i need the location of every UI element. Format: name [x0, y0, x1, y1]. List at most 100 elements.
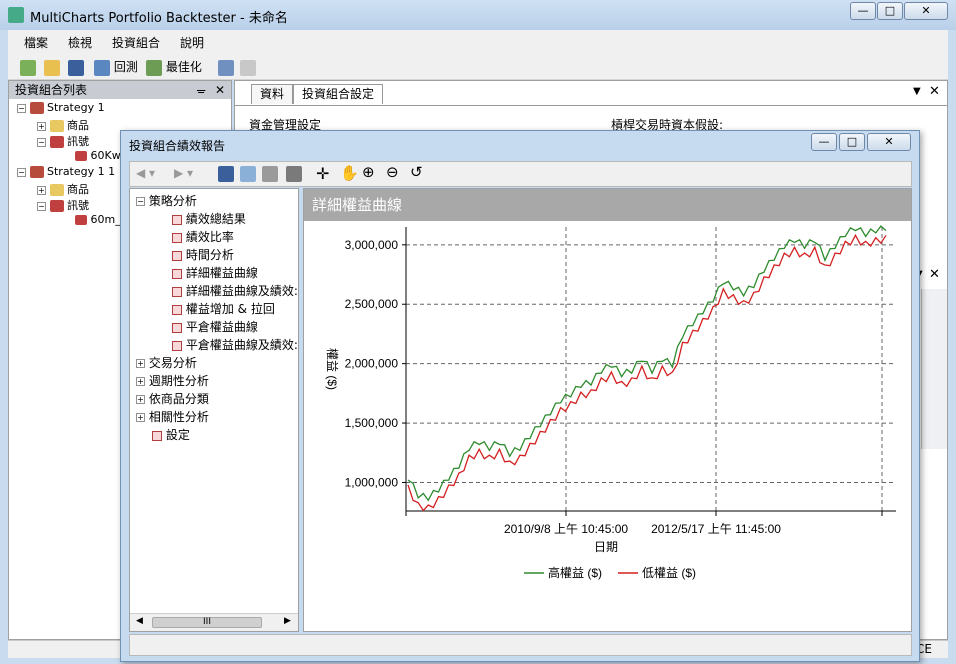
strategy-node[interactable]: − Strategy 1 1: [17, 165, 115, 178]
report-icon: [172, 232, 182, 243]
report-title: 投資組合績效報告: [129, 139, 226, 153]
tab-divider: [235, 105, 947, 106]
window-title: MultiCharts Portfolio Backtester - 未命名: [30, 11, 288, 26]
report-tree-item-label: 詳細權益曲線及績效:: [185, 284, 298, 298]
folder-icon: [49, 120, 64, 132]
signal-icon: [49, 136, 64, 148]
report-maximize-button[interactable]: □: [839, 133, 865, 151]
optimize-button[interactable]: 最佳化: [146, 57, 202, 77]
report-tree-node[interactable]: + 週期性分析: [136, 372, 209, 389]
series-low-equity-line: [407, 233, 887, 512]
report-tree-node[interactable]: − 策略分析: [136, 192, 197, 209]
chart-header: 詳細權益曲線: [304, 189, 911, 221]
scroll-thumb[interactable]: III: [152, 617, 262, 628]
expand-icon[interactable]: +: [136, 395, 145, 404]
report-icon: [172, 214, 182, 225]
menu-help[interactable]: 說明: [180, 34, 204, 51]
report-tree-item[interactable]: 詳細權益曲線及績效:: [172, 282, 298, 299]
menu-portfolio[interactable]: 投資組合: [112, 34, 160, 51]
report-tree-item[interactable]: 平倉權益曲線: [172, 318, 258, 335]
report-tree-item-label: 績效比率: [185, 230, 234, 244]
backtest-icon: [94, 59, 110, 76]
menu-file[interactable]: 檔案: [24, 34, 48, 51]
report-tree-item-label: 績效總結果: [185, 212, 246, 226]
menu-view[interactable]: 檢視: [68, 34, 92, 51]
pin-icon[interactable]: ᚚ: [197, 81, 205, 99]
zoom-in-icon[interactable]: ⊕: [362, 163, 375, 181]
report-tree-item[interactable]: 詳細權益曲線: [172, 264, 258, 281]
report-tree-item[interactable]: 權益增加 & 拉回: [172, 300, 275, 317]
strategy-icon: [29, 102, 44, 114]
signals-node[interactable]: − 訊號: [37, 197, 89, 213]
y-tick-label: 1,500,000: [345, 416, 399, 430]
scroll-right-icon[interactable]: ▶: [284, 616, 291, 626]
expand-icon[interactable]: +: [136, 413, 145, 422]
report-tree-item[interactable]: 績效比率: [172, 228, 234, 245]
backtest-button[interactable]: 回測: [94, 57, 138, 77]
report-icon: [172, 304, 182, 315]
print-preview-icon[interactable]: [240, 166, 256, 182]
dropdown-arrow-icon[interactable]: ▼: [913, 86, 921, 97]
table-icon[interactable]: [286, 166, 302, 182]
legend-label: 低權益 ($): [642, 566, 696, 580]
signal-name: 60m_: [90, 213, 121, 226]
report-tree-item[interactable]: 時間分析: [172, 246, 234, 263]
maximize-button[interactable]: □: [877, 2, 903, 20]
instruments-label: 商品: [67, 119, 89, 132]
save-icon[interactable]: [218, 166, 234, 182]
instruments-label: 商品: [67, 183, 89, 196]
print-icon[interactable]: [262, 166, 278, 182]
signal-item[interactable]: 60m_: [75, 213, 121, 226]
report-tree-item-label: 權益增加 & 拉回: [185, 302, 275, 316]
expand-icon[interactable]: −: [136, 197, 145, 206]
report-tree-item[interactable]: 績效總結果: [172, 210, 246, 227]
signal-icon: [75, 215, 87, 225]
expand-icon[interactable]: +: [136, 377, 145, 386]
chart-panel: 詳細權益曲線 1,000,000 1,500,000 2,000,000 2,500,…: [303, 188, 912, 632]
close-tab-icon[interactable]: ✕: [929, 267, 940, 282]
save-icon[interactable]: [68, 57, 84, 77]
signals-node[interactable]: − 訊號: [37, 133, 89, 149]
tab-portfolio-settings[interactable]: 投資組合設定: [293, 84, 384, 104]
back-icon[interactable]: ◀ ▾: [136, 166, 155, 180]
y-axis-label: 權益 ($): [325, 348, 339, 390]
instruments-node[interactable]: + 商品: [37, 181, 89, 197]
strategy-node[interactable]: − Strategy 1: [17, 101, 105, 114]
open-folder-icon[interactable]: [44, 57, 60, 77]
report-icon: [152, 430, 162, 441]
tab-data[interactable]: 資料: [251, 84, 294, 104]
signal-icon: [49, 200, 64, 212]
expand-icon[interactable]: +: [136, 359, 145, 368]
report-tree-node[interactable]: 設定: [152, 426, 190, 443]
signals-label: 訊號: [67, 199, 89, 212]
hand-icon[interactable]: ✋: [340, 164, 359, 182]
strategy-name: Strategy 1 1: [47, 165, 116, 178]
new-portfolio-icon[interactable]: [20, 57, 36, 77]
report-tree-node[interactable]: + 依商品分類: [136, 390, 209, 407]
signal-item[interactable]: 60Kw: [75, 149, 121, 162]
reset-zoom-icon[interactable]: ↺: [410, 163, 423, 181]
instruments-node[interactable]: + 商品: [37, 117, 89, 133]
optimize-icon: [146, 59, 162, 76]
report-tree-node[interactable]: + 交易分析: [136, 354, 197, 371]
report-icon: [172, 268, 182, 279]
report-icon[interactable]: [218, 57, 234, 77]
signal-icon: [75, 151, 87, 161]
report-tree-item[interactable]: 平倉權益曲線及績效:: [172, 336, 298, 353]
close-button[interactable]: ✕: [904, 2, 948, 20]
close-panel-icon[interactable]: ✕: [215, 81, 225, 99]
zoom-out-icon[interactable]: ⊖: [386, 163, 399, 181]
report-minimize-button[interactable]: —: [811, 133, 837, 151]
signal-name: 60Kw: [90, 149, 121, 162]
horizontal-scrollbar[interactable]: ◀ III ▶: [130, 613, 298, 631]
report-tree-node[interactable]: + 相關性分析: [136, 408, 209, 425]
close-tab-icon[interactable]: ✕: [929, 84, 940, 99]
disabled-tool-icon: [240, 57, 256, 77]
portfolio-list-title: 投資組合列表: [15, 83, 88, 97]
report-icon: [172, 340, 182, 351]
report-close-button[interactable]: ✕: [867, 133, 911, 151]
forward-icon[interactable]: ▶ ▾: [174, 166, 193, 180]
crosshair-icon[interactable]: ✛: [316, 164, 329, 183]
scroll-left-icon[interactable]: ◀: [136, 616, 143, 626]
minimize-button[interactable]: —: [850, 2, 876, 20]
